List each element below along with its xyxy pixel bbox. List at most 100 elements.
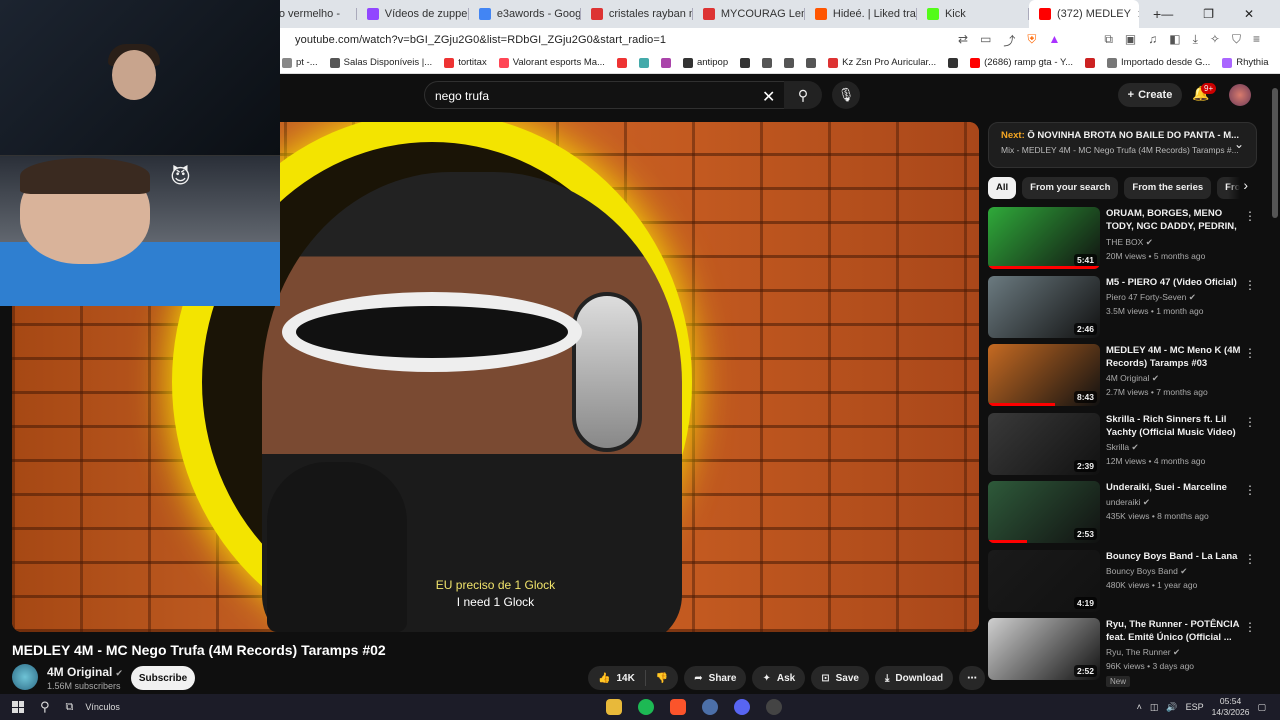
related-video-item[interactable]: 2:53 Underaiki, Suei - Marceline underai… [988,481,1258,550]
channel-avatar[interactable] [12,664,38,690]
bookmark-item[interactable]: Rhythia [1222,57,1268,68]
video-options-icon[interactable]: ⋮ [1244,415,1256,429]
video-options-icon[interactable]: ⋮ [1244,209,1256,223]
subscribe-button[interactable]: Subscribe [131,666,195,690]
obs-icon[interactable] [765,699,782,715]
bookmark-item[interactable]: Importado desde G... [1107,57,1210,68]
create-button[interactable]: + Create [1118,83,1182,107]
video-thumbnail[interactable]: 4:19 [988,549,1100,612]
bookmark-item[interactable] [948,57,959,68]
bookmark-item[interactable]: Valorant esports Ma... [498,57,605,68]
bookmark-item[interactable]: Kz Zsn Pro Auricular... [828,57,936,68]
bookmark-item[interactable] [638,57,649,68]
tab-close-icon[interactable]: ✕ [1137,8,1139,21]
browser-tab[interactable]: Kick [917,0,1029,28]
search-button[interactable]: ⚲ [784,81,822,109]
chevron-right-icon[interactable]: › [1228,177,1258,199]
bookmark-item[interactable] [762,57,773,68]
extensions-icon[interactable]: ⧉ [1104,32,1113,49]
video-options-icon[interactable]: ⋮ [1244,278,1256,292]
page-scrollbar[interactable] [1272,88,1278,218]
network-icon[interactable]: ◫ [1150,702,1159,713]
video-channel[interactable]: Ryu, The Runner ✔ [1106,647,1246,658]
video-thumbnail[interactable]: 2:53 [988,481,1100,543]
tray-chevron-icon[interactable]: ˄ [1137,702,1142,712]
clock[interactable]: 05:54 14/3/2026 [1212,696,1250,718]
video-title[interactable]: M5 - PIERO 47 (Video Oficial) [1106,276,1246,289]
url-field[interactable]: youtube.com/watch?v=bGI_ZGju2G0&list=RDb… [295,34,666,46]
filter-chip[interactable]: All [988,177,1017,199]
browser-tab[interactable]: Hideé. | Liked tracks o [805,0,917,28]
task-view-icon[interactable]: ⧉ [66,701,74,714]
browser-app-icon[interactable] [701,699,718,715]
minimize-icon[interactable]: — [1161,7,1173,21]
bookmark-item[interactable] [806,57,817,68]
sidebar-toggle-icon[interactable]: ◧ [1169,32,1180,49]
rewards-icon[interactable]: ▲ [1048,32,1060,49]
bookmark-item[interactable] [1085,57,1096,68]
video-title[interactable]: Underaiki, Suei - Marceline [1106,481,1246,494]
save-button[interactable]: ⊡ Save [811,666,869,690]
bookmark-item[interactable] [784,57,795,68]
bookmark-item[interactable] [660,57,671,68]
discord-icon[interactable] [733,699,750,715]
browser-tab[interactable]: e3awords - Google Se [469,0,581,28]
related-video-item[interactable]: 5:41 ORUAM, BORGES, MENO TODY, NGC DADDY… [988,207,1258,276]
video-channel[interactable]: Skrilla ✔ [1106,442,1246,453]
video-title[interactable]: Skrilla - Rich Sinners ft. Lil Yachty (O… [1106,413,1246,439]
taskbar-links-label[interactable]: Vínculos [85,702,120,712]
filter-chip[interactable]: From the series [1124,177,1212,199]
bookmark-item[interactable]: antipop [682,57,728,68]
browser-tab[interactable]: MYCOURAG Lentes de [693,0,805,28]
new-tab-button[interactable]: + [1153,6,1161,22]
video-channel[interactable]: Piero 47 Forty-Seven ✔ [1106,292,1246,303]
filter-chip[interactable]: From your search [1022,177,1119,199]
download-icon[interactable]: ⤓ [1193,32,1198,49]
language-indicator[interactable]: ESP [1186,702,1204,712]
translate-icon[interactable]: ⇄ [958,32,968,49]
bookmark-item[interactable] [740,57,751,68]
video-channel[interactable]: 4M Original ✔ [1106,373,1246,384]
related-video-item[interactable]: 8:43 MEDLEY 4M - MC Meno K (4M Records) … [988,344,1258,413]
video-options-icon[interactable]: ⋮ [1244,552,1256,566]
windows-start-icon[interactable] [12,701,24,713]
related-video-item[interactable]: 2:52 Ryu, The Runner - POTÊNCIA feat. Em… [988,618,1258,687]
screen-cast-icon[interactable]: ▭ [980,32,991,49]
channel-name[interactable]: 4M Original ✔ [47,665,123,679]
video-title[interactable]: ORUAM, BORGES, MENO TODY, NGC DADDY, PED… [1106,207,1246,234]
ai-icon[interactable]: ✧ [1210,32,1220,49]
video-options-icon[interactable]: ⋮ [1244,346,1256,360]
video-title[interactable]: MEDLEY 4M - MC Meno K (4M Records) Taram… [1106,344,1246,370]
music-icon[interactable]: ♫ [1148,32,1157,49]
dislike-button[interactable]: 👎 [646,666,678,690]
search-input[interactable]: nego trufa [424,81,786,109]
wallet-icon[interactable]: ▣ [1125,32,1136,49]
related-video-item[interactable]: 2:39 Skrilla - Rich Sinners ft. Lil Yach… [988,412,1258,482]
browser-tab[interactable]: Vídeos de zupperjiro [357,0,469,28]
related-video-item[interactable]: 2:46 M5 - PIERO 47 (Video Oficial) Piero… [988,275,1258,345]
browser-tab[interactable]: (372) MEDLEY ✕ [1028,0,1140,28]
bookmark-item[interactable]: pt -... [282,57,318,68]
video-thumbnail[interactable]: 2:39 [988,412,1100,475]
playlist-next-box[interactable]: Next: Ô NOVINHA BROTA NO BAILE DO PANTA … [988,122,1257,168]
more-actions-button[interactable]: ⋯ [959,666,986,690]
bookmark-item[interactable] [616,57,627,68]
volume-icon[interactable]: 🔊 [1166,702,1177,713]
video-channel[interactable]: Bouncy Boys Band ✔ [1106,566,1246,577]
bookmark-item[interactable]: (2686) ramp gta - Y... [970,57,1073,68]
chevron-down-icon[interactable]: ⌄ [1234,137,1244,151]
spotify-icon[interactable] [637,699,654,715]
download-button[interactable]: ⤓ Download [874,666,954,690]
share-page-icon[interactable]: ⤴ [1003,32,1015,49]
menu-icon[interactable]: ≡ [1253,32,1260,49]
share-button[interactable]: ➦ Share [684,666,747,690]
related-video-item[interactable]: 4:19 Bouncy Boys Band - La Lana Bouncy B… [988,549,1258,619]
file-explorer-icon[interactable] [605,699,622,715]
ask-button[interactable]: ✦ Ask [752,666,806,690]
video-channel[interactable]: THE BOX ✔ [1106,237,1246,248]
brave-shield-icon[interactable]: ⛨ [1027,32,1036,49]
notification-center-icon[interactable]: ▢ [1257,702,1266,713]
bookmark-item[interactable]: Salas Disponíveis |... [329,57,432,68]
video-thumbnail[interactable]: 2:46 [988,275,1100,338]
video-title[interactable]: Ryu, The Runner - POTÊNCIA feat. Emitê Ú… [1106,618,1246,644]
